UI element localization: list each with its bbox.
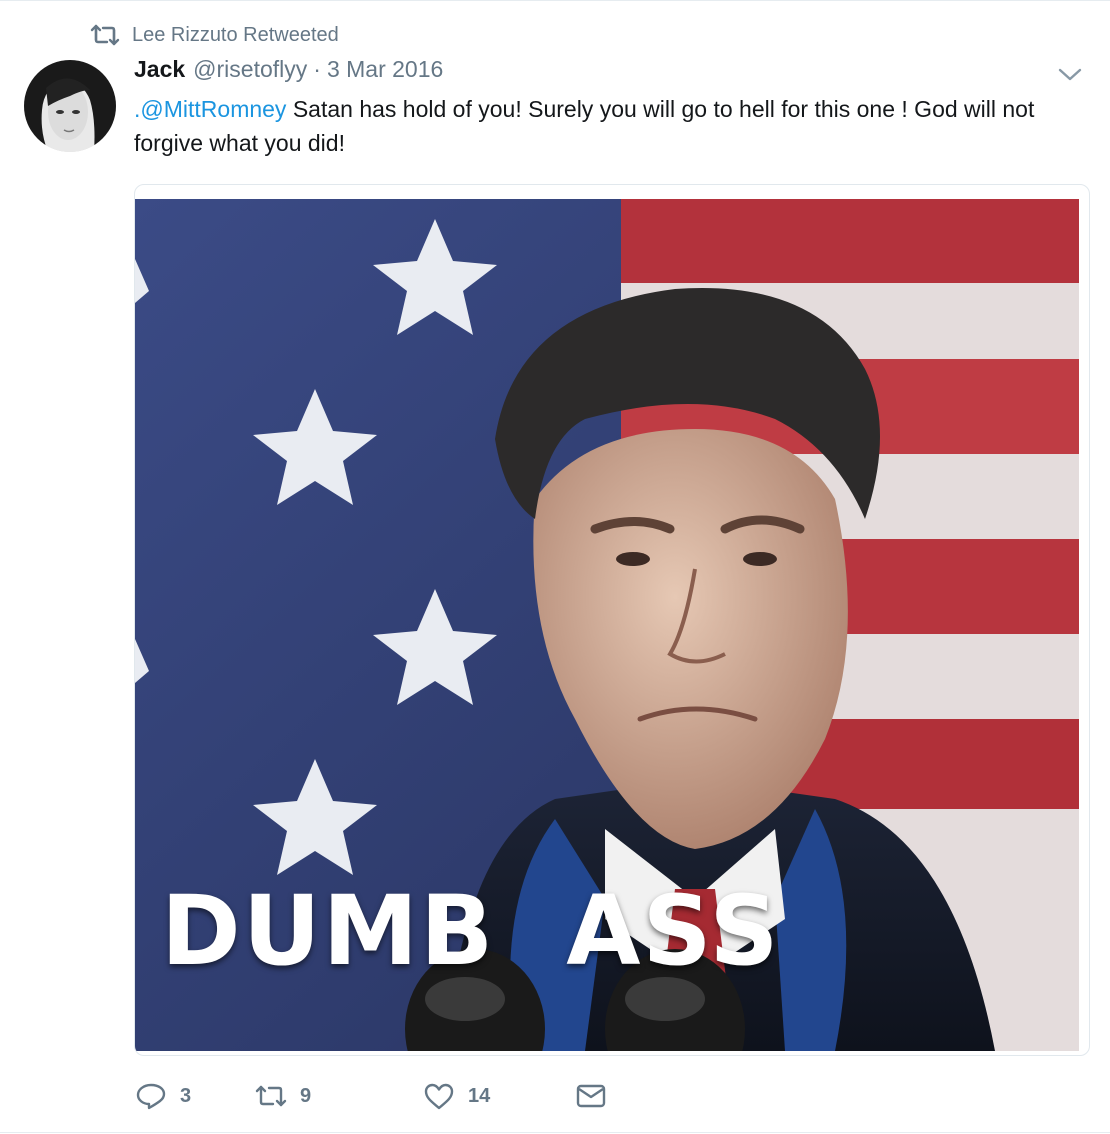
- meme-caption: DUMB ASS: [161, 875, 781, 987]
- reply-button[interactable]: 3: [134, 1076, 254, 1116]
- tweet-actions: 3 9 14: [134, 1076, 608, 1116]
- retweet-button[interactable]: 9: [254, 1076, 422, 1116]
- heart-icon: [424, 1083, 454, 1110]
- retweet-icon: [90, 24, 120, 46]
- direct-message-button[interactable]: [574, 1076, 608, 1116]
- like-button[interactable]: 14: [422, 1076, 574, 1116]
- author-handle[interactable]: @risetoflyy: [193, 56, 307, 83]
- like-count: 14: [468, 1084, 491, 1107]
- reply-count: 3: [180, 1084, 192, 1107]
- avatar[interactable]: [24, 60, 116, 152]
- tweet-header: Jack @risetoflyy · 3 Mar 2016: [134, 56, 443, 90]
- retweeted-by-label[interactable]: Lee Rizzuto Retweeted: [132, 24, 339, 47]
- envelope-icon: [576, 1084, 606, 1108]
- retweet-count: 9: [300, 1084, 312, 1107]
- retweet-context: Lee Rizzuto Retweeted: [90, 20, 339, 50]
- author-name[interactable]: Jack: [134, 56, 185, 83]
- tweet[interactable]: Lee Rizzuto Retweeted Jack @risetoflyy ·…: [0, 0, 1110, 1134]
- tweet-text: .@MittRomney Satan has hold of you! Sure…: [134, 92, 1084, 160]
- tweet-date[interactable]: 3 Mar 2016: [327, 56, 443, 83]
- chevron-down-icon[interactable]: [1056, 62, 1084, 86]
- avatar-image: [24, 60, 116, 152]
- reply-icon: [136, 1083, 166, 1110]
- bottom-divider: [0, 1132, 1110, 1133]
- media-card[interactable]: DUMB ASS: [134, 184, 1090, 1056]
- top-divider: [0, 0, 1110, 1]
- separator-dot: ·: [313, 56, 321, 82]
- retweet-icon: [255, 1085, 287, 1107]
- mention-link[interactable]: .@MittRomney: [134, 96, 286, 122]
